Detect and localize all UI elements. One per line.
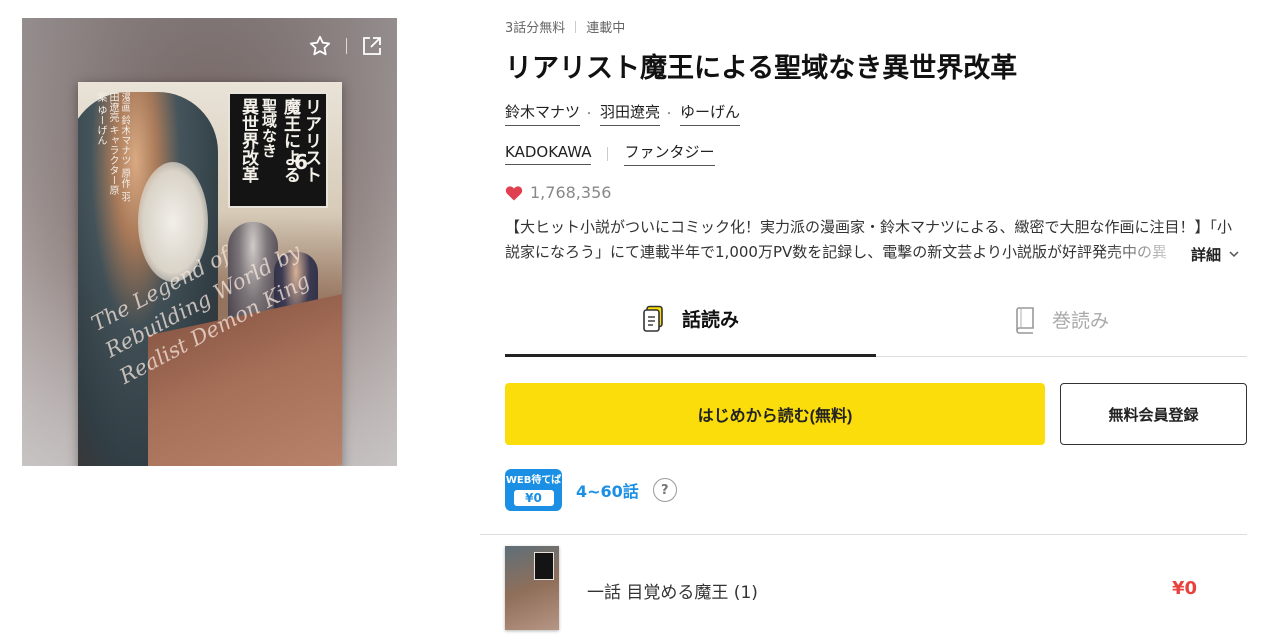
episode-icon	[643, 305, 663, 332]
episode-title: 一話 目覚める魔王 (1)	[587, 583, 758, 603]
share-button[interactable]	[361, 35, 383, 57]
tab-episodes-label: 話読み	[681, 309, 739, 331]
cover-title-line: 異世界改革	[238, 98, 258, 183]
title-meta: 3話分無料 連載中	[505, 17, 625, 36]
author-separator: ・	[664, 109, 675, 120]
favorite-button[interactable]	[308, 34, 332, 58]
wait-free-badge-label: WEB待てば	[505, 474, 562, 486]
likes-count: 1,768,356	[505, 183, 611, 202]
wait-free-info: WEB待てば ¥0 4~60話 ?	[505, 469, 677, 511]
cover-actions	[308, 34, 383, 58]
chevron-down-icon	[1229, 251, 1239, 258]
read-mode-tabs: 話読み 巻読み	[505, 283, 1247, 357]
wait-free-badge-price: ¥0	[513, 489, 554, 506]
help-icon[interactable]: ?	[652, 478, 677, 502]
free-episodes-label: 3話分無料	[505, 21, 566, 36]
action-separator	[346, 38, 347, 54]
external-link-icon	[363, 37, 381, 55]
wait-free-badge: WEB待てば ¥0	[505, 469, 562, 511]
author-link[interactable]: 鈴木マナツ	[505, 101, 581, 126]
episode-price: ¥0	[1171, 578, 1197, 599]
tab-volumes[interactable]: 巻読み	[876, 283, 1247, 356]
volume-book-icon	[1016, 306, 1034, 334]
author-link[interactable]: 羽田遼亮	[600, 101, 661, 126]
cover-title-box: リアリスト 魔王による 聖域なき 異世界改革	[228, 92, 328, 208]
cover-volume-number: 6	[294, 150, 308, 174]
cover-title-line: 聖域なき	[260, 98, 278, 158]
genre-link[interactable]: ファンタジー	[624, 141, 715, 166]
heart-icon	[505, 185, 523, 200]
star-outline-icon	[309, 35, 331, 56]
publisher-link[interactable]: KADOKAWA	[505, 143, 592, 165]
author-separator: ・	[584, 109, 595, 120]
cover-image[interactable]: The Legend of Rebuilding World by Realis…	[78, 82, 342, 466]
publisher-separator	[607, 146, 609, 161]
publisher-genre-row: KADOKAWA ファンタジー	[505, 141, 715, 166]
description-more-toggle[interactable]: 詳細	[1185, 244, 1240, 265]
author-link[interactable]: ゆーげん	[680, 101, 741, 126]
author-list: 鈴木マナツ ・ 羽田遼亮 ・ ゆーげん	[505, 101, 741, 126]
episode-list-divider	[480, 534, 1247, 535]
read-from-start-button[interactable]: はじめから読む(無料)	[505, 383, 1045, 445]
thumbnail-title-box	[534, 552, 554, 580]
tab-volumes-label: 巻読み	[1051, 310, 1109, 332]
meta-separator	[575, 20, 577, 33]
episode-thumbnail	[505, 546, 559, 630]
cover-panel: The Legend of Rebuilding World by Realis…	[22, 18, 397, 466]
tab-episodes[interactable]: 話読み	[505, 283, 876, 357]
more-label: 詳細	[1191, 246, 1222, 264]
likes-value: 1,768,356	[530, 183, 612, 202]
page-title: リアリスト魔王による聖域なき異世界改革	[505, 53, 1018, 84]
free-registration-button[interactable]: 無料会員登録	[1060, 383, 1247, 445]
serialization-status: 連載中	[586, 21, 626, 36]
wait-free-episode-range: 4~60話	[576, 482, 639, 501]
list-item[interactable]: 一話 目覚める魔王 (1) ¥0	[505, 546, 1247, 630]
cover-credits: 漫画 鈴木マナツ 原作 羽田遼亮 キャラクター原案 ゆーげん	[95, 92, 130, 202]
description-fade	[1105, 240, 1185, 265]
